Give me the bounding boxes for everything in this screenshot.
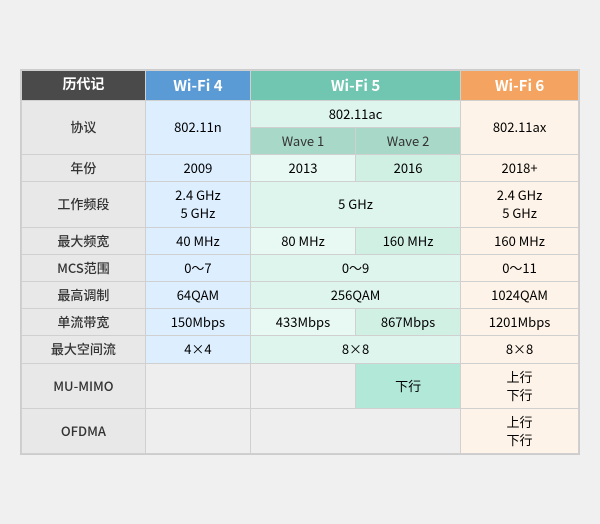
cell-wifi6-modulation: 1024QAM bbox=[461, 282, 579, 309]
cell-wifi4-mcs: 0～7 bbox=[145, 254, 250, 281]
wifi-comparison-table: 历代记 Wi-Fi 4 Wi-Fi 5 Wi-Fi 6 协议 802.11n 8… bbox=[21, 70, 579, 455]
table-row-mcs: MCS范围 0～7 0～9 0～11 bbox=[22, 254, 579, 281]
header-wifi6: Wi-Fi 6 bbox=[461, 70, 579, 100]
table-row-bandwidth: 最大频宽 40 MHz 80 MHz 160 MHz 160 MHz bbox=[22, 227, 579, 254]
label-mumimo: MU-MIMO bbox=[22, 363, 146, 408]
cell-wifi5-protocol-top: 802.11ac bbox=[250, 100, 460, 127]
cell-wifi5-w2-year: 2016 bbox=[356, 155, 461, 182]
table-row-ofdma: OFDMA 上行下行 bbox=[22, 408, 579, 453]
table-row-stream-bw: 单流带宽 150Mbps 433Mbps 867Mbps 1201Mbps bbox=[22, 309, 579, 336]
cell-wifi5-w1-year: 2013 bbox=[250, 155, 355, 182]
cell-wifi4-ofdma bbox=[145, 408, 250, 453]
label-mcs: MCS范围 bbox=[22, 254, 146, 281]
cell-wifi6-mumimo: 上行下行 bbox=[461, 363, 579, 408]
cell-wifi6-freq: 2.4 GHz5 GHz bbox=[461, 182, 579, 227]
cell-wifi6-bandwidth: 160 MHz bbox=[461, 227, 579, 254]
cell-wifi6-stream-bw: 1201Mbps bbox=[461, 309, 579, 336]
header-label: 历代记 bbox=[22, 70, 146, 100]
cell-wifi5-w2-mumimo: 下行 bbox=[356, 363, 461, 408]
cell-wifi5-w1-mumimo bbox=[250, 363, 355, 408]
cell-wifi4-bandwidth: 40 MHz bbox=[145, 227, 250, 254]
label-modulation: 最高调制 bbox=[22, 282, 146, 309]
label-spatial: 最大空间流 bbox=[22, 336, 146, 363]
label-stream-bw: 单流带宽 bbox=[22, 309, 146, 336]
cell-wifi5-freq: 5 GHz bbox=[250, 182, 460, 227]
cell-wifi6-ofdma: 上行下行 bbox=[461, 408, 579, 453]
cell-wifi6-spatial: 8×8 bbox=[461, 336, 579, 363]
cell-wifi4-modulation: 64QAM bbox=[145, 282, 250, 309]
header-wifi5: Wi-Fi 5 bbox=[250, 70, 460, 100]
table-row-protocol-top: 协议 802.11n 802.11ac 802.11ax bbox=[22, 100, 579, 127]
cell-wave1-label: Wave 1 bbox=[250, 127, 355, 154]
label-freq: 工作频段 bbox=[22, 182, 146, 227]
table-row-spatial: 最大空间流 4×4 8×8 8×8 bbox=[22, 336, 579, 363]
cell-wifi4-spatial: 4×4 bbox=[145, 336, 250, 363]
label-year: 年份 bbox=[22, 155, 146, 182]
cell-wifi5-w2-stream-bw: 867Mbps bbox=[356, 309, 461, 336]
cell-wifi5-modulation: 256QAM bbox=[250, 282, 460, 309]
cell-wifi6-year: 2018+ bbox=[461, 155, 579, 182]
header-wifi4: Wi-Fi 4 bbox=[145, 70, 250, 100]
table-row-mumimo: MU-MIMO 下行 上行下行 bbox=[22, 363, 579, 408]
cell-wifi4-year: 2009 bbox=[145, 155, 250, 182]
cell-wifi4-freq: 2.4 GHz5 GHz bbox=[145, 182, 250, 227]
label-protocol: 协议 bbox=[22, 100, 146, 154]
cell-wave2-label: Wave 2 bbox=[356, 127, 461, 154]
cell-wifi6-protocol: 802.11ax bbox=[461, 100, 579, 154]
cell-wifi4-mumimo bbox=[145, 363, 250, 408]
comparison-table-wrap: 历代记 Wi-Fi 4 Wi-Fi 5 Wi-Fi 6 协议 802.11n 8… bbox=[20, 69, 580, 456]
table-row-modulation: 最高调制 64QAM 256QAM 1024QAM bbox=[22, 282, 579, 309]
cell-wifi5-spatial: 8×8 bbox=[250, 336, 460, 363]
cell-wifi5-mcs: 0～9 bbox=[250, 254, 460, 281]
cell-wifi5-w1-stream-bw: 433Mbps bbox=[250, 309, 355, 336]
cell-wifi5-w1-bandwidth: 80 MHz bbox=[250, 227, 355, 254]
cell-wifi4-protocol: 802.11n bbox=[145, 100, 250, 154]
label-bandwidth: 最大频宽 bbox=[22, 227, 146, 254]
cell-wifi5-ofdma bbox=[250, 408, 460, 453]
table-row-freq: 工作频段 2.4 GHz5 GHz 5 GHz 2.4 GHz5 GHz bbox=[22, 182, 579, 227]
cell-wifi4-stream-bw: 150Mbps bbox=[145, 309, 250, 336]
cell-wifi5-w2-bandwidth: 160 MHz bbox=[356, 227, 461, 254]
label-ofdma: OFDMA bbox=[22, 408, 146, 453]
table-row-year: 年份 2009 2013 2016 2018+ bbox=[22, 155, 579, 182]
cell-wifi6-mcs: 0～11 bbox=[461, 254, 579, 281]
